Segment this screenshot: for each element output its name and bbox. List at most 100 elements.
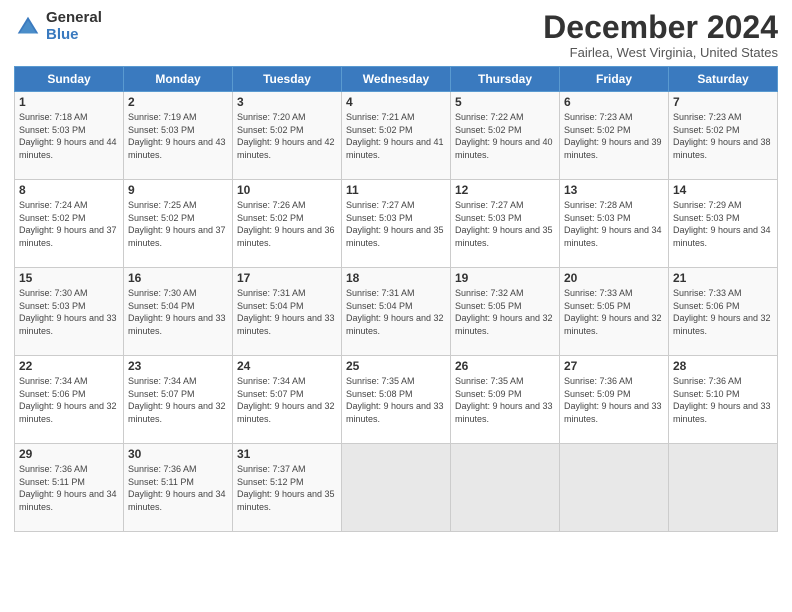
day-info: Sunrise: 7:35 AM Sunset: 5:08 PM Dayligh… [346,375,446,425]
daylight-label: Daylight: 9 hours and 35 minutes. [237,489,335,512]
header-wednesday: Wednesday [342,67,451,92]
day-info: Sunrise: 7:33 AM Sunset: 5:05 PM Dayligh… [564,287,664,337]
day-info: Sunrise: 7:26 AM Sunset: 5:02 PM Dayligh… [237,199,337,249]
daylight-label: Daylight: 9 hours and 32 minutes. [237,401,335,424]
sunrise-label: Sunrise: 7:35 AM [346,376,415,386]
sunrise-label: Sunrise: 7:23 AM [673,112,742,122]
calendar-header-row: SundayMondayTuesdayWednesdayThursdayFrid… [15,67,778,92]
logo-icon [14,13,42,41]
daylight-label: Daylight: 9 hours and 32 minutes. [128,401,226,424]
sunset-label: Sunset: 5:11 PM [128,477,194,487]
sunset-label: Sunset: 5:02 PM [237,125,304,135]
header-saturday: Saturday [669,67,778,92]
day-number: 28 [673,359,773,373]
day-info: Sunrise: 7:29 AM Sunset: 5:03 PM Dayligh… [673,199,773,249]
week-row-1: 1 Sunrise: 7:18 AM Sunset: 5:03 PM Dayli… [15,92,778,180]
calendar-cell: 17 Sunrise: 7:31 AM Sunset: 5:04 PM Dayl… [233,268,342,356]
calendar-cell: 6 Sunrise: 7:23 AM Sunset: 5:02 PM Dayli… [560,92,669,180]
daylight-label: Daylight: 9 hours and 41 minutes. [346,137,444,160]
sunset-label: Sunset: 5:03 PM [128,125,195,135]
sunset-label: Sunset: 5:05 PM [564,301,631,311]
calendar-cell: 16 Sunrise: 7:30 AM Sunset: 5:04 PM Dayl… [124,268,233,356]
day-number: 2 [128,95,228,109]
sunset-label: Sunset: 5:02 PM [346,125,413,135]
calendar-cell: 24 Sunrise: 7:34 AM Sunset: 5:07 PM Dayl… [233,356,342,444]
day-info: Sunrise: 7:31 AM Sunset: 5:04 PM Dayligh… [346,287,446,337]
header-monday: Monday [124,67,233,92]
header-thursday: Thursday [451,67,560,92]
daylight-label: Daylight: 9 hours and 38 minutes. [673,137,771,160]
day-info: Sunrise: 7:34 AM Sunset: 5:07 PM Dayligh… [237,375,337,425]
day-info: Sunrise: 7:36 AM Sunset: 5:11 PM Dayligh… [19,463,119,513]
daylight-label: Daylight: 9 hours and 32 minutes. [673,313,771,336]
calendar-cell: 23 Sunrise: 7:34 AM Sunset: 5:07 PM Dayl… [124,356,233,444]
daylight-label: Daylight: 9 hours and 34 minutes. [19,489,117,512]
day-info: Sunrise: 7:37 AM Sunset: 5:12 PM Dayligh… [237,463,337,513]
day-number: 1 [19,95,119,109]
day-number: 13 [564,183,664,197]
sunrise-label: Sunrise: 7:22 AM [455,112,524,122]
sunrise-label: Sunrise: 7:30 AM [19,288,88,298]
day-info: Sunrise: 7:34 AM Sunset: 5:07 PM Dayligh… [128,375,228,425]
sunrise-label: Sunrise: 7:34 AM [237,376,306,386]
daylight-label: Daylight: 9 hours and 36 minutes. [237,225,335,248]
sunrise-label: Sunrise: 7:28 AM [564,200,633,210]
sunset-label: Sunset: 5:09 PM [564,389,631,399]
calendar-cell: 19 Sunrise: 7:32 AM Sunset: 5:05 PM Dayl… [451,268,560,356]
daylight-label: Daylight: 9 hours and 32 minutes. [564,313,662,336]
day-info: Sunrise: 7:36 AM Sunset: 5:10 PM Dayligh… [673,375,773,425]
day-number: 22 [19,359,119,373]
sunrise-label: Sunrise: 7:30 AM [128,288,197,298]
sunset-label: Sunset: 5:03 PM [455,213,522,223]
sunset-label: Sunset: 5:04 PM [237,301,304,311]
day-number: 11 [346,183,446,197]
sunrise-label: Sunrise: 7:33 AM [564,288,633,298]
calendar-table: SundayMondayTuesdayWednesdayThursdayFrid… [14,66,778,532]
sunrise-label: Sunrise: 7:34 AM [128,376,197,386]
daylight-label: Daylight: 9 hours and 33 minutes. [455,401,553,424]
day-info: Sunrise: 7:23 AM Sunset: 5:02 PM Dayligh… [564,111,664,161]
daylight-label: Daylight: 9 hours and 42 minutes. [237,137,335,160]
calendar-cell: 21 Sunrise: 7:33 AM Sunset: 5:06 PM Dayl… [669,268,778,356]
calendar-cell: 3 Sunrise: 7:20 AM Sunset: 5:02 PM Dayli… [233,92,342,180]
daylight-label: Daylight: 9 hours and 33 minutes. [237,313,335,336]
day-number: 8 [19,183,119,197]
daylight-label: Daylight: 9 hours and 32 minutes. [455,313,553,336]
day-number: 21 [673,271,773,285]
daylight-label: Daylight: 9 hours and 34 minutes. [673,225,771,248]
day-number: 17 [237,271,337,285]
calendar-cell: 2 Sunrise: 7:19 AM Sunset: 5:03 PM Dayli… [124,92,233,180]
daylight-label: Daylight: 9 hours and 33 minutes. [673,401,771,424]
day-info: Sunrise: 7:24 AM Sunset: 5:02 PM Dayligh… [19,199,119,249]
day-info: Sunrise: 7:18 AM Sunset: 5:03 PM Dayligh… [19,111,119,161]
day-info: Sunrise: 7:23 AM Sunset: 5:02 PM Dayligh… [673,111,773,161]
day-info: Sunrise: 7:32 AM Sunset: 5:05 PM Dayligh… [455,287,555,337]
calendar-cell: 18 Sunrise: 7:31 AM Sunset: 5:04 PM Dayl… [342,268,451,356]
calendar-cell: 27 Sunrise: 7:36 AM Sunset: 5:09 PM Dayl… [560,356,669,444]
sunrise-label: Sunrise: 7:36 AM [19,464,88,474]
day-info: Sunrise: 7:35 AM Sunset: 5:09 PM Dayligh… [455,375,555,425]
day-number: 18 [346,271,446,285]
sunset-label: Sunset: 5:02 PM [128,213,195,223]
location: Fairlea, West Virginia, United States [543,45,778,60]
calendar-cell: 25 Sunrise: 7:35 AM Sunset: 5:08 PM Dayl… [342,356,451,444]
calendar-cell [669,444,778,532]
day-info: Sunrise: 7:21 AM Sunset: 5:02 PM Dayligh… [346,111,446,161]
calendar-cell: 5 Sunrise: 7:22 AM Sunset: 5:02 PM Dayli… [451,92,560,180]
header-friday: Friday [560,67,669,92]
sunrise-label: Sunrise: 7:23 AM [564,112,633,122]
daylight-label: Daylight: 9 hours and 33 minutes. [346,401,444,424]
calendar-cell [560,444,669,532]
sunrise-label: Sunrise: 7:19 AM [128,112,197,122]
calendar-cell: 31 Sunrise: 7:37 AM Sunset: 5:12 PM Dayl… [233,444,342,532]
day-info: Sunrise: 7:27 AM Sunset: 5:03 PM Dayligh… [455,199,555,249]
calendar-cell: 15 Sunrise: 7:30 AM Sunset: 5:03 PM Dayl… [15,268,124,356]
day-number: 10 [237,183,337,197]
calendar-cell: 12 Sunrise: 7:27 AM Sunset: 5:03 PM Dayl… [451,180,560,268]
sunrise-label: Sunrise: 7:35 AM [455,376,524,386]
sunset-label: Sunset: 5:03 PM [346,213,413,223]
day-info: Sunrise: 7:30 AM Sunset: 5:04 PM Dayligh… [128,287,228,337]
sunset-label: Sunset: 5:02 PM [19,213,86,223]
sunset-label: Sunset: 5:03 PM [19,125,86,135]
sunset-label: Sunset: 5:02 PM [564,125,631,135]
